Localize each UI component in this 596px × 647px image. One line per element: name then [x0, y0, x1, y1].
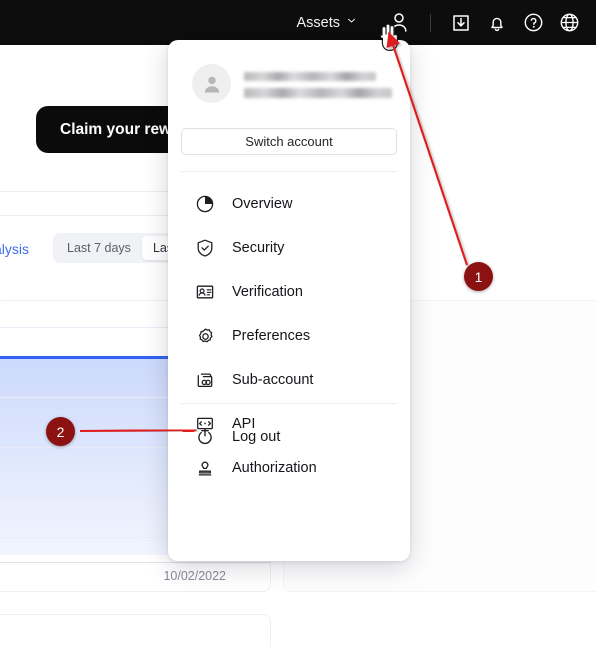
pie-chart-icon — [194, 193, 216, 215]
menu-item-log-out[interactable]: Log out — [168, 415, 410, 459]
menu-item-verification-label: Verification — [232, 284, 303, 300]
id-card-icon — [194, 281, 216, 303]
tab-analysis-label: alysis — [0, 241, 30, 257]
stamp-icon — [194, 457, 216, 479]
download-icon[interactable] — [446, 8, 476, 38]
chart-x-axis-tick: 10/02/2022 — [163, 569, 226, 583]
switch-account-label: Switch account — [245, 134, 333, 149]
menu-item-overview-label: Overview — [232, 196, 293, 212]
account-email-redacted — [244, 87, 392, 98]
section-divider-mid — [0, 215, 168, 216]
topbar-divider — [430, 13, 431, 32]
dropdown-divider-bottom — [181, 403, 397, 404]
annotation-badge-2: 2 — [46, 417, 75, 446]
bell-icon[interactable] — [482, 8, 512, 38]
tab-analysis[interactable]: alysis — [0, 241, 29, 257]
menu-item-sub-account[interactable]: Sub-account — [168, 358, 410, 402]
menu-item-security-label: Security — [232, 240, 285, 256]
annotation-badge-1: 1 — [464, 262, 493, 291]
account-identity — [244, 70, 392, 98]
menu-item-preferences[interactable]: Preferences — [168, 314, 410, 358]
menu-item-security[interactable]: Security — [168, 226, 410, 270]
chart-axis-baseline — [0, 562, 270, 563]
menu-item-sub-account-label: Sub-account — [232, 372, 314, 388]
annotation-badge-1-label: 1 — [474, 268, 483, 285]
mouse-cursor — [376, 22, 402, 56]
menu-item-log-out-label: Log out — [232, 429, 281, 445]
account-dropdown-menu: Switch account Overview Security Verific… — [168, 40, 410, 561]
range-option-last7days-label: Last 7 days — [67, 241, 131, 255]
avatar-person-icon — [204, 76, 219, 92]
top-navigation-bar: Assets — [0, 0, 596, 45]
account-name-redacted — [244, 71, 376, 81]
screen-root: Claim your rew alysis Last 7 days Las — [0, 0, 596, 647]
power-icon — [194, 426, 216, 448]
account-profile-block — [168, 40, 410, 103]
menu-item-overview[interactable]: Overview — [168, 182, 410, 226]
shield-check-icon — [194, 237, 216, 259]
avatar — [192, 64, 231, 103]
switch-account-button[interactable]: Switch account — [181, 128, 397, 155]
annotation-badge-2-label: 2 — [56, 423, 65, 440]
claim-reward-label: Claim your rew — [60, 120, 172, 138]
secondary-card — [0, 614, 271, 647]
range-option-last7days[interactable]: Last 7 days — [56, 236, 142, 260]
help-icon[interactable] — [518, 8, 548, 38]
dropdown-divider-top — [181, 171, 397, 172]
section-divider-top — [0, 191, 168, 192]
menu-item-authorization-label: Authorization — [232, 460, 317, 476]
menu-item-verification[interactable]: Verification — [168, 270, 410, 314]
date-range-toggle[interactable]: Last 7 days Las — [53, 233, 183, 263]
sub-account-icon — [194, 369, 216, 391]
menu-item-preferences-label: Preferences — [232, 328, 311, 344]
globe-icon[interactable] — [554, 8, 584, 38]
nav-assets-menu[interactable]: Assets — [296, 15, 356, 31]
gear-icon — [194, 325, 216, 347]
chevron-down-icon — [348, 18, 355, 23]
nav-assets-label: Assets — [296, 14, 340, 31]
